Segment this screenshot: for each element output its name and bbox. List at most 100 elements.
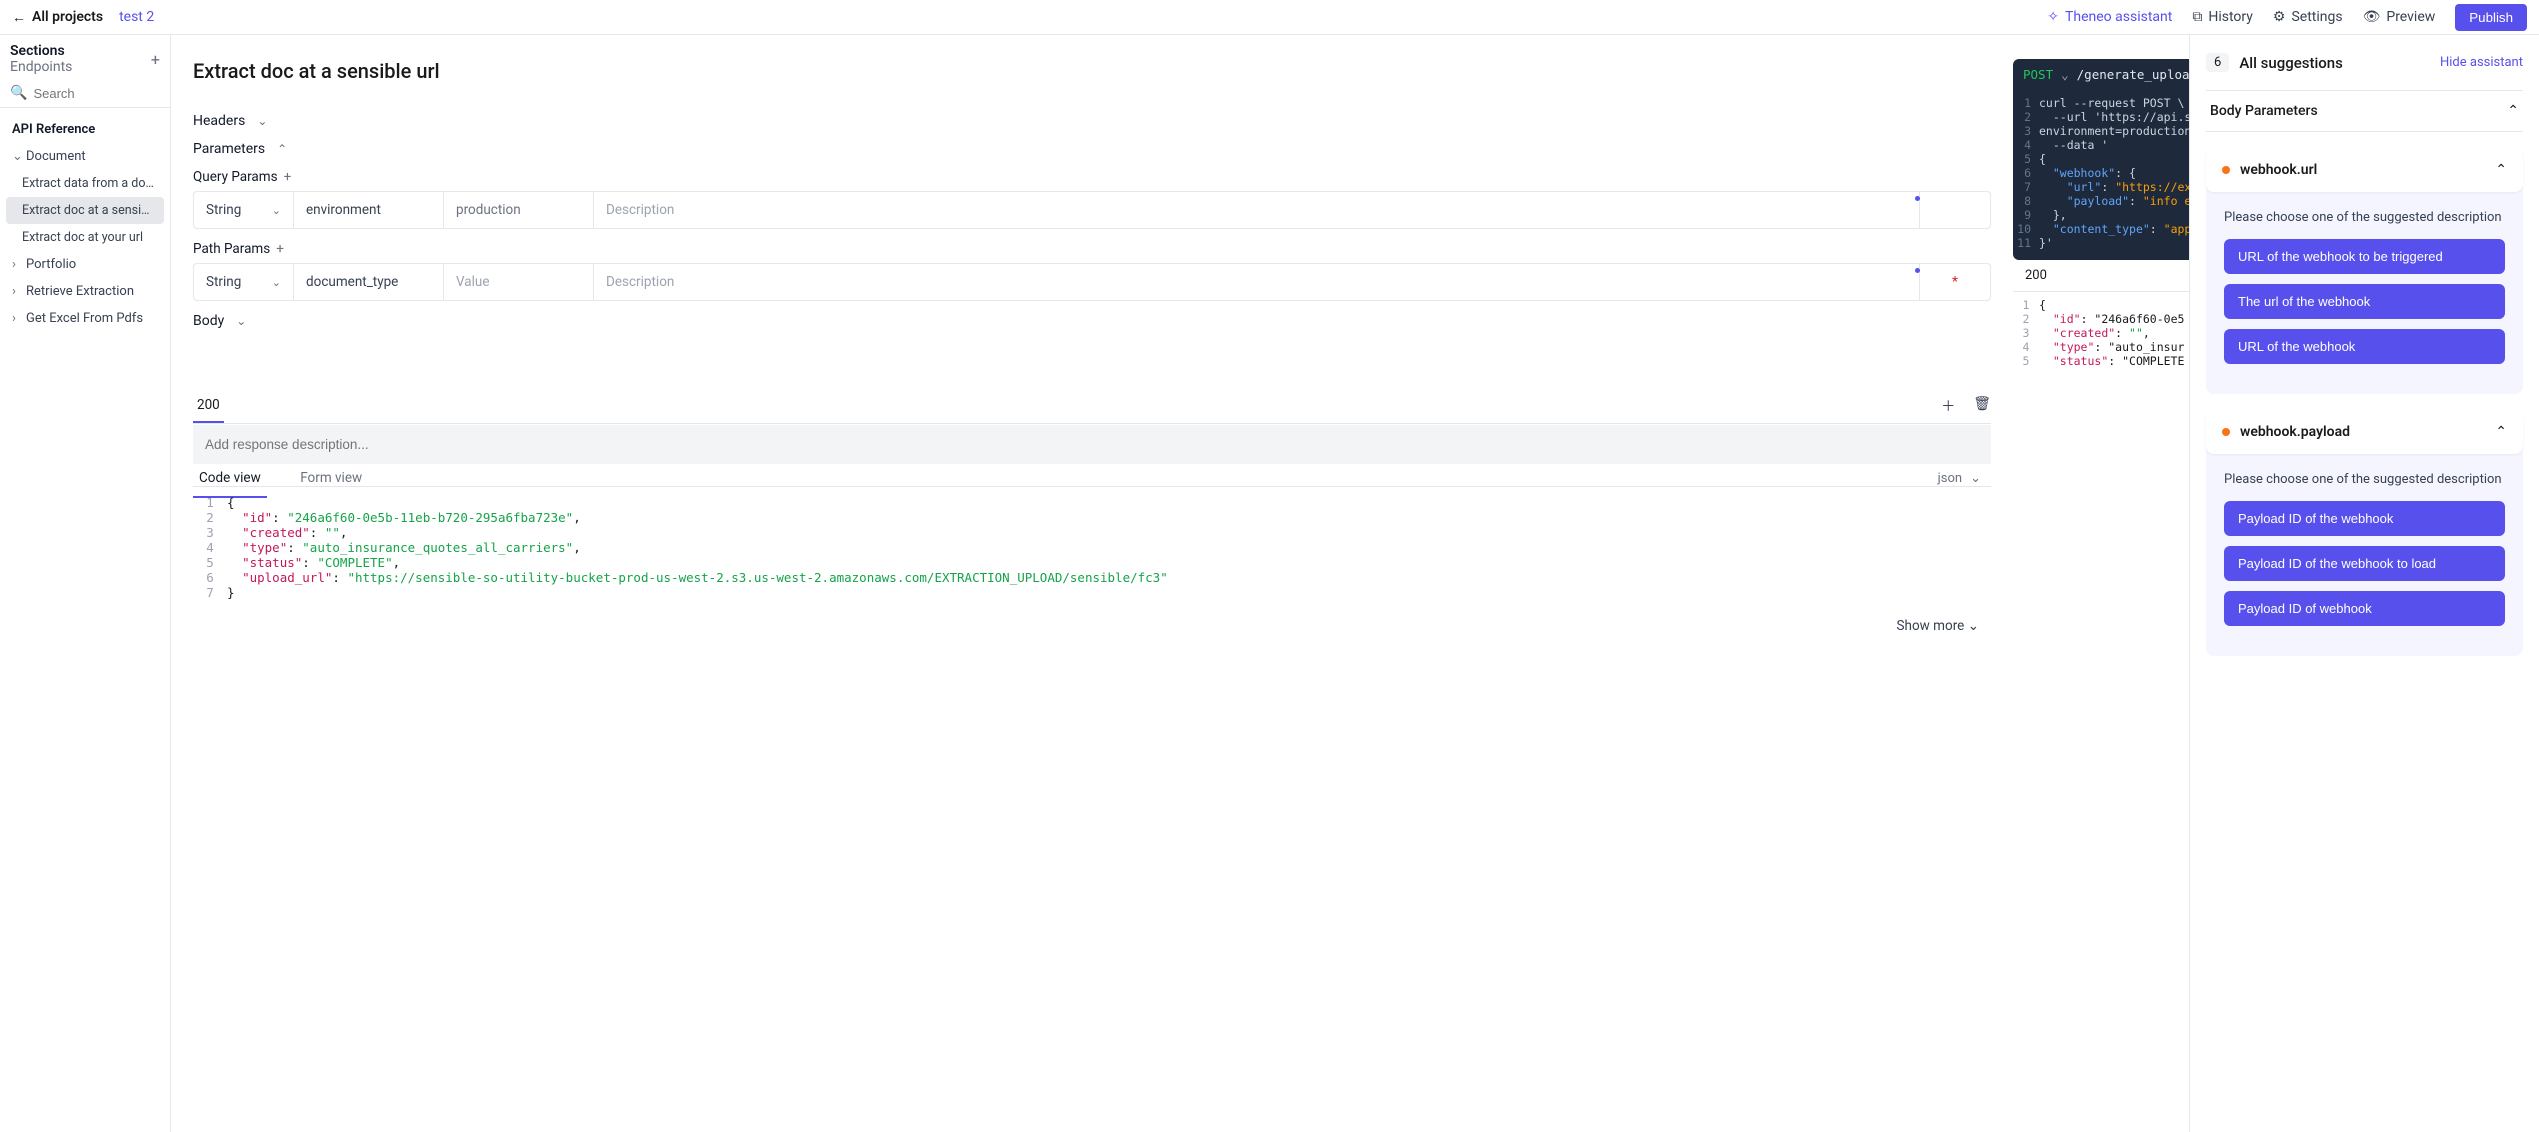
tree-header-api-reference[interactable]: API Reference [0, 116, 170, 143]
path-param-type: String [206, 274, 241, 290]
back-label: All projects [32, 9, 103, 25]
assistant-icon: ✧ [2047, 9, 2059, 25]
required-star-icon: * [1952, 274, 1958, 290]
tab-sections[interactable]: Sections [10, 43, 65, 59]
unsaved-indicator-icon [1915, 196, 1920, 201]
chevron-down-icon[interactable]: ⌄ [2061, 67, 2069, 82]
search-input[interactable] [33, 86, 160, 101]
request-path: /generate_upload_url{d [2077, 67, 2189, 82]
suggestion-option[interactable]: Payload ID of webhook [2224, 591, 2505, 626]
chevron-down-icon: ⌄ [257, 114, 267, 128]
response-description-input[interactable] [193, 425, 1991, 464]
eye-icon: 👁 [2363, 9, 2381, 25]
suggestion-option[interactable]: Payload ID of the webhook [2224, 501, 2505, 536]
parameters-section-toggle[interactable]: Parameters ⌃ [193, 141, 1991, 157]
path-param-type-select[interactable]: String ⌄ [194, 264, 294, 300]
page-title: Extract doc at a sensible url [193, 59, 1991, 83]
response-status-tab[interactable]: 200 [193, 389, 224, 423]
chevron-up-icon: ⌃ [2495, 162, 2507, 178]
query-param-name[interactable]: environment [294, 192, 444, 228]
tree-item-retrieve[interactable]: › Retrieve Extraction [0, 278, 170, 305]
assistant-section-header[interactable]: Body Parameters ⌃ [2206, 90, 2523, 132]
publish-button[interactable]: Publish [2455, 4, 2527, 31]
tree-child-extract-data[interactable]: Extract data from a docum... [0, 170, 170, 197]
hide-assistant-button[interactable]: Hide assistant [2440, 55, 2523, 70]
breadcrumb-project[interactable]: test 2 [119, 9, 154, 25]
tree-item-document[interactable]: ⌄ Document [0, 143, 170, 170]
suggestion-option[interactable]: Payload ID of the webhook to load [2224, 546, 2505, 581]
chevron-down-icon: ⌄ [1970, 471, 1981, 486]
suggestion-card-header[interactable]: webhook.url⌃ [2206, 148, 2523, 192]
chevron-down-icon: ⌄ [272, 204, 281, 217]
path-param-row: String ⌄ document_type Value Description… [193, 263, 1991, 301]
path-param-name[interactable]: document_type [294, 264, 444, 300]
settings-link[interactable]: ⚙ Settings [2273, 9, 2343, 25]
assistant-title: All suggestions [2239, 54, 2343, 72]
tree-label-excel: Get Excel From Pdfs [26, 311, 143, 326]
tree-child-extract-your-url[interactable]: Extract doc at your url [0, 224, 170, 251]
code-preview-panel: POST ⌄ /generate_upload_url{d 1curl --re… [2013, 35, 2189, 1132]
headers-section-toggle[interactable]: Headers ⌄ [193, 113, 1991, 129]
suggestion-field-name: webhook.url [2240, 162, 2495, 178]
suggestion-option[interactable]: The url of the webhook [2224, 284, 2505, 319]
format-select[interactable]: json ⌄ [1938, 471, 1991, 486]
query-params-label: Query Params [193, 169, 278, 185]
history-icon: ⧉ [2192, 9, 2202, 25]
path-params-label: Path Params [193, 241, 270, 257]
suggestion-card-header[interactable]: webhook.payload⌃ [2206, 410, 2523, 454]
query-params-header: Query Params + [193, 169, 1991, 185]
http-method: POST [2023, 67, 2053, 82]
settings-label: Settings [2291, 9, 2342, 25]
suggestion-option[interactable]: URL of the webhook to be triggered [2224, 239, 2505, 274]
tree-label-portfolio: Portfolio [26, 257, 76, 272]
theneo-assistant-link[interactable]: ✧ Theneo assistant [2047, 9, 2172, 25]
response-tabs: 200 ＋ 🗑 [193, 389, 1991, 424]
code-view-tab[interactable]: Code view [193, 460, 267, 498]
tree-child-extract-sensible[interactable]: Extract doc at a sensible url [6, 197, 164, 224]
preview-response-code[interactable]: 1{2 "id": "246a6f60-0e53 "created": "",4… [2013, 292, 2189, 374]
add-response-button[interactable]: ＋ [1941, 396, 1955, 416]
path-param-value[interactable]: Value [444, 264, 594, 300]
delete-response-button[interactable]: 🗑 [1973, 396, 1991, 416]
preview-link[interactable]: 👁 Preview [2363, 9, 2436, 25]
tree-label-retrieve: Retrieve Extraction [26, 284, 134, 299]
path-param-desc[interactable]: Description [594, 264, 1920, 300]
status-dot-icon [2222, 428, 2230, 436]
add-section-button[interactable]: + [151, 50, 160, 69]
chevron-up-icon: ⌃ [277, 142, 287, 156]
query-param-type-select[interactable]: String ⌄ [194, 192, 294, 228]
tree-item-excel[interactable]: › Get Excel From Pdfs [0, 305, 170, 332]
curl-block[interactable]: 1curl --request POST \2 --url 'https://a… [2013, 90, 2189, 260]
form-view-tab[interactable]: Form view [294, 460, 368, 496]
sidebar-search[interactable]: 🔍 [0, 79, 170, 108]
sidebar-tree: API Reference ⌄ Document Extract data fr… [0, 108, 170, 340]
add-query-param-button[interactable]: + [284, 169, 292, 185]
suggestion-option[interactable]: URL of the webhook [2224, 329, 2505, 364]
response-code-block[interactable]: 1{2 "id": "246a6f60-0e5b-11eb-b720-295a6… [193, 487, 1991, 608]
add-path-param-button[interactable]: + [276, 241, 284, 257]
back-all-projects[interactable]: ← All projects [12, 9, 103, 26]
query-param-desc[interactable]: Description [594, 192, 1920, 228]
show-more-button[interactable]: Show more ⌄ [193, 608, 1991, 644]
tab-endpoints[interactable]: Endpoints [10, 59, 72, 75]
status-dot-icon [2222, 166, 2230, 174]
chevron-right-icon: › [12, 311, 22, 326]
chevron-down-icon: ⌄ [236, 314, 246, 328]
main-content: Extract doc at a sensible url Headers ⌄ … [171, 35, 2013, 1132]
preview-response-tab[interactable]: 200 [2013, 260, 2189, 292]
chevron-up-icon: ⌃ [2495, 424, 2507, 440]
topbar-left: ← All projects test 2 [12, 9, 154, 26]
history-link[interactable]: ⧉ History [2192, 9, 2253, 25]
path-param-actions: * [1920, 264, 1990, 300]
body-section-toggle[interactable]: Body ⌄ [193, 313, 1991, 329]
path-params-header: Path Params + [193, 241, 1991, 257]
search-icon: 🔍 [10, 85, 27, 101]
chevron-down-icon: ⌄ [12, 149, 22, 164]
tree-item-portfolio[interactable]: › Portfolio [0, 251, 170, 278]
assistant-section-label: Body Parameters [2210, 103, 2318, 119]
query-param-type: String [206, 202, 241, 218]
headers-label: Headers [193, 113, 245, 129]
request-header: POST ⌄ /generate_upload_url{d [2013, 59, 2189, 90]
query-param-value[interactable]: production [444, 192, 594, 228]
assistant-header: 6 All suggestions Hide assistant [2206, 53, 2523, 72]
